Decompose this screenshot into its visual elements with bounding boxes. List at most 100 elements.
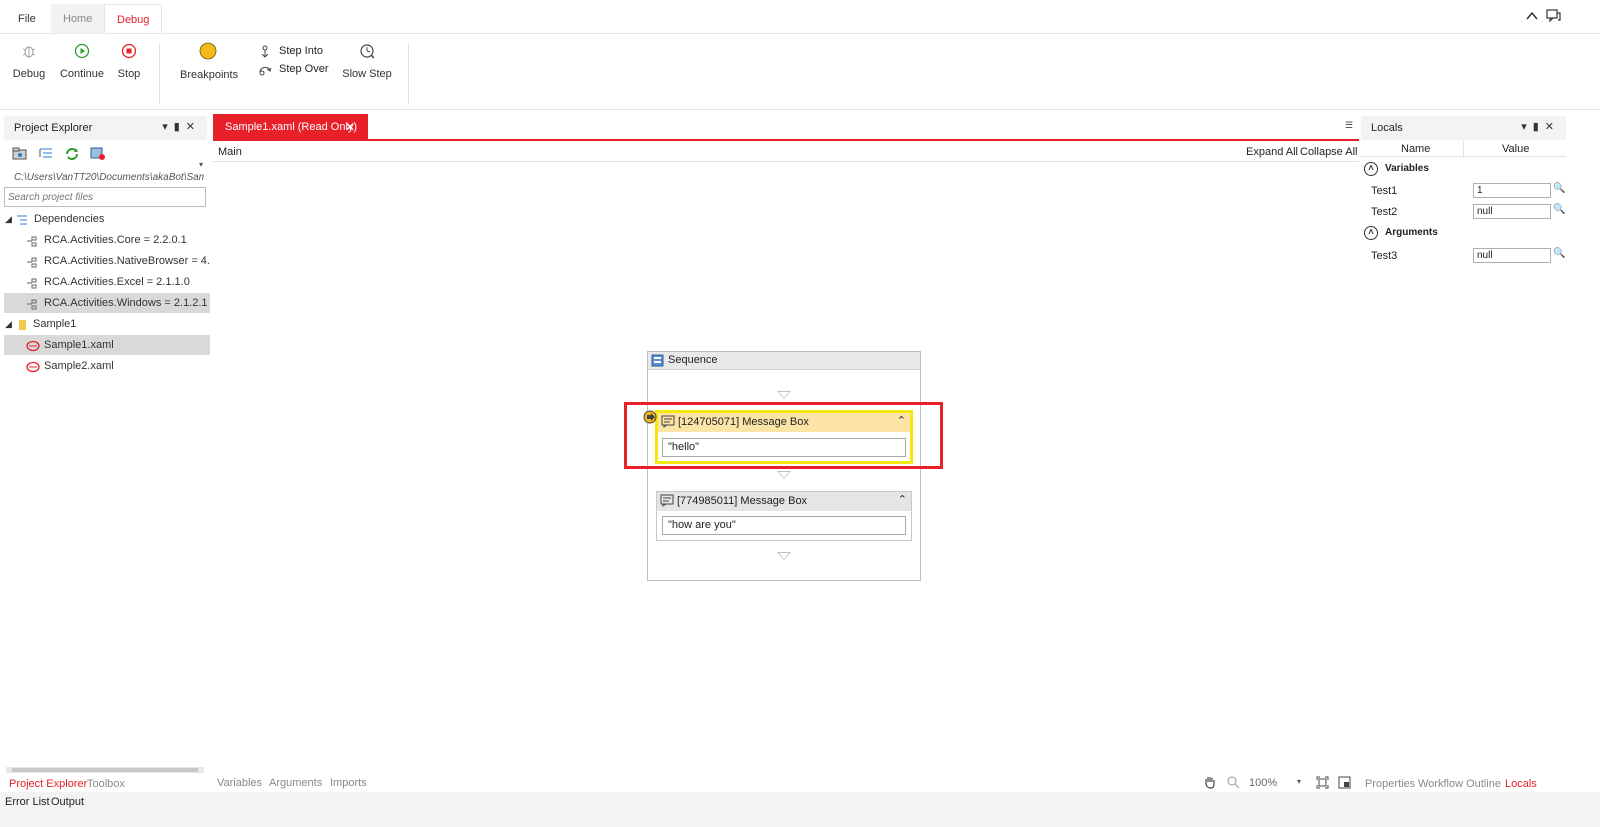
collapse-group-icon[interactable]: ˄ (1364, 162, 1378, 176)
drop-target-icon[interactable] (777, 471, 791, 479)
close-tab-icon[interactable]: ✕ (345, 114, 355, 140)
breadcrumb[interactable]: Main (218, 146, 242, 158)
menu-divider (0, 33, 1600, 34)
local-row: Test1 1 🔍 (1361, 183, 1567, 203)
search-input[interactable] (4, 187, 206, 207)
activity-title: [774985011] Message Box (677, 495, 808, 507)
breakpoints-label: Breakpoints (180, 69, 239, 81)
tree-item-dependency[interactable]: RCA.Activities.Core = 2.2.0.1 (4, 230, 210, 250)
zoom-level[interactable]: 100% (1249, 777, 1277, 789)
current-step-highlight (624, 402, 943, 469)
horizontal-scrollbar[interactable] (6, 767, 204, 773)
tree-item-file[interactable]: Sample1.xaml (4, 335, 210, 355)
sequence-title: Sequence (668, 354, 718, 366)
message-box-activity[interactable]: [774985011] Message Box ⌃ "how are you" (656, 491, 912, 541)
refresh-icon[interactable] (64, 147, 80, 164)
dependencies-label: Dependencies (34, 213, 105, 225)
stop-button[interactable]: Stop (114, 43, 144, 80)
local-value-field[interactable]: 1 (1473, 183, 1551, 198)
tab-workflow-outline[interactable]: Workflow Outline (1418, 778, 1501, 790)
locals-column-header: Name Value (1361, 141, 1566, 157)
continue-label: Continue (59, 68, 105, 80)
tree-item-dependency[interactable]: RCA.Activities.Excel = 2.1.1.0 (4, 272, 210, 292)
dropdown-icon[interactable]: ▾ (162, 121, 174, 133)
collapse-all-button[interactable]: Collapse All (1300, 146, 1357, 158)
expand-tree-icon[interactable] (38, 147, 54, 164)
local-value-field[interactable]: null (1473, 204, 1551, 219)
tab-project-explorer[interactable]: Project Explorer (9, 778, 87, 790)
tree-item-dependencies[interactable]: ◢ Dependencies (4, 209, 210, 229)
tree-item-dependency[interactable]: RCA.Activities.Windows = 2.1.2.1 (4, 293, 210, 313)
message-text-field[interactable]: "how are you" (662, 516, 906, 535)
tab-list-icon[interactable]: ☰ (1345, 120, 1353, 131)
tree-item-project[interactable]: ◢ Sample1 (4, 314, 210, 334)
sequence-icon (651, 354, 664, 370)
arguments-group[interactable]: ˄ Arguments (1361, 226, 1567, 246)
scrollbar-thumb[interactable] (12, 768, 198, 772)
tab-properties[interactable]: Properties (1365, 778, 1415, 790)
file-label: Sample1.xaml (44, 339, 114, 351)
local-row: Test2 null 🔍 (1361, 204, 1567, 224)
arguments-tab[interactable]: Arguments (269, 777, 322, 789)
pin-icon[interactable]: ▮ (174, 121, 186, 133)
expand-arrow-icon[interactable]: ◢ (5, 209, 12, 229)
overflow-icon[interactable]: ▾ (199, 160, 203, 169)
dependency-label: RCA.Activities.NativeBrowser = 4.1.0.1 (44, 255, 210, 267)
tree-item-dependency[interactable]: RCA.Activities.NativeBrowser = 4.1.0.1 (4, 251, 210, 271)
collapse-group-icon[interactable]: ˄ (1364, 226, 1378, 240)
menu-tab-home[interactable]: Home (51, 4, 105, 34)
value-column-header[interactable]: Value (1502, 143, 1529, 155)
pin-icon[interactable]: ▮ (1533, 121, 1545, 133)
variables-group[interactable]: ˄ Variables (1361, 162, 1567, 182)
fit-to-screen-icon[interactable] (1316, 776, 1329, 792)
error-list-tab[interactable]: Error List (5, 796, 50, 808)
local-name: Test3 (1371, 250, 1398, 262)
variables-tab[interactable]: Variables (217, 777, 262, 789)
dependency-label: RCA.Activities.Core = 2.2.0.1 (44, 234, 187, 246)
inspect-icon[interactable]: 🔍 (1553, 248, 1565, 259)
zoom-dropdown-icon[interactable]: ▾ (1297, 777, 1301, 786)
tab-toolbox[interactable]: Toolbox (87, 778, 125, 790)
close-icon[interactable]: ✕ (186, 121, 201, 133)
breakpoints-button[interactable]: Breakpoints (180, 42, 239, 81)
zoom-icon[interactable] (1226, 775, 1240, 792)
dependency-label: RCA.Activities.Excel = 2.1.1.0 (44, 276, 190, 288)
overview-map-icon[interactable] (1338, 776, 1351, 792)
menu-tab-debug[interactable]: Debug (104, 4, 163, 34)
debug-label: Debug (12, 68, 46, 80)
inspect-icon[interactable]: 🔍 (1553, 183, 1565, 194)
imports-tab[interactable]: Imports (330, 777, 367, 789)
expand-arrow-icon[interactable]: ◢ (5, 314, 12, 334)
open-folder-icon[interactable] (12, 147, 28, 164)
document-tab[interactable]: Sample1.xaml (Read Only) ✕ (213, 114, 368, 140)
remove-unused-icon[interactable] (90, 147, 106, 164)
drop-target-icon[interactable] (777, 391, 791, 399)
package-icon (26, 255, 38, 271)
app-window: File Home Debug Debug Continue Stop Brea… (0, 0, 1600, 827)
tab-locals[interactable]: Locals (1505, 778, 1537, 790)
collapse-activity-icon[interactable]: ⌃ (898, 493, 907, 506)
pan-hand-icon[interactable] (1203, 775, 1217, 792)
name-column-header[interactable]: Name (1401, 143, 1430, 155)
step-into-label: Step Into (279, 45, 324, 57)
close-icon[interactable]: ✕ (1545, 121, 1560, 133)
drop-target-icon[interactable] (777, 552, 791, 560)
debug-button[interactable]: Debug (10, 43, 48, 80)
continue-button[interactable]: Continue (59, 43, 105, 80)
feedback-icon[interactable] (1546, 9, 1562, 26)
collapse-ribbon-icon[interactable] (1525, 10, 1539, 25)
slow-step-button[interactable]: Slow Step (342, 43, 392, 80)
stop-icon (114, 43, 144, 62)
menu-tab-file[interactable]: File (6, 4, 48, 34)
tree-item-file[interactable]: Sample2.xaml (4, 356, 210, 376)
inspect-icon[interactable]: 🔍 (1553, 204, 1565, 215)
dropdown-icon[interactable]: ▾ (1521, 121, 1533, 133)
expand-all-button[interactable]: Expand All (1246, 146, 1298, 158)
panel-controls[interactable]: ▾▮✕ (162, 120, 201, 133)
package-icon (26, 297, 38, 313)
output-tab[interactable]: Output (51, 796, 84, 808)
panel-controls[interactable]: ▾▮✕ (1521, 120, 1560, 133)
activity-header: [774985011] Message Box ⌃ (657, 492, 911, 511)
local-value-field[interactable]: null (1473, 248, 1551, 263)
slow-step-icon (342, 43, 392, 62)
